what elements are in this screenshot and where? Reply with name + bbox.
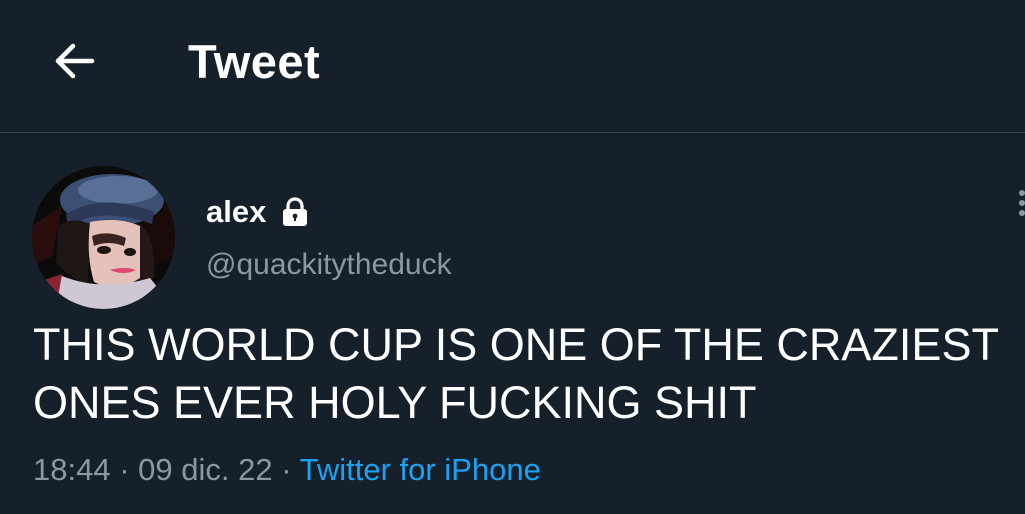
tweet-text: THIS WORLD CUP IS ONE OF THE CRAZIEST ON… bbox=[33, 319, 999, 428]
more-options-icon bbox=[1019, 200, 1025, 206]
more-options-icon bbox=[1019, 190, 1025, 196]
more-options-icon bbox=[1019, 210, 1025, 216]
avatar[interactable] bbox=[32, 166, 175, 309]
tweet-metadata: 18:44 · 09 dic. 22 · Twitter for iPhone bbox=[33, 450, 541, 490]
arrow-left-icon bbox=[55, 43, 95, 79]
display-name[interactable]: alex bbox=[206, 192, 266, 232]
tweet-time[interactable]: 18:44 bbox=[33, 452, 111, 487]
page-title: Tweet bbox=[188, 35, 321, 88]
tweet-source-link[interactable]: Twitter for iPhone bbox=[300, 452, 541, 487]
meta-separator: · bbox=[119, 452, 130, 487]
top-bar: Tweet bbox=[0, 0, 1025, 133]
author-handle[interactable]: @quackitytheduck bbox=[206, 245, 452, 285]
author-name-row[interactable]: alex bbox=[206, 192, 310, 232]
more-options-button[interactable] bbox=[1014, 190, 1025, 230]
back-button[interactable] bbox=[48, 36, 100, 88]
tweet-date[interactable]: 09 dic. 22 bbox=[138, 452, 272, 487]
meta-separator: · bbox=[281, 452, 292, 487]
profile-photo bbox=[32, 166, 175, 309]
lock-icon bbox=[283, 197, 308, 226]
